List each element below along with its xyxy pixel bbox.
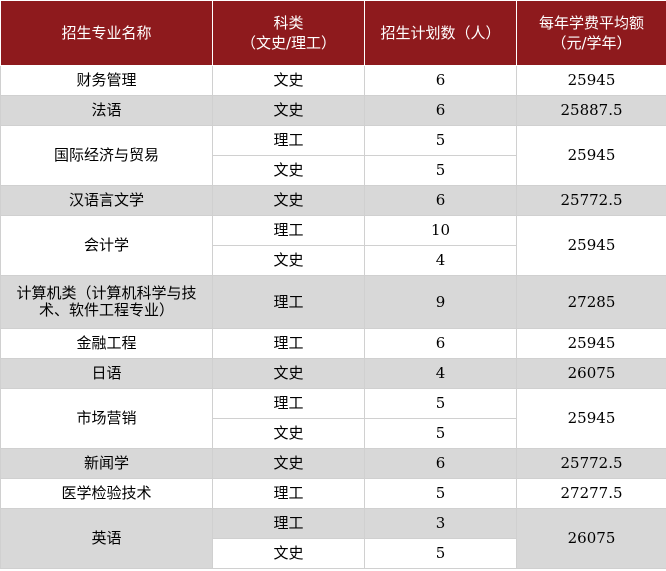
category-cell: 理工: [212, 508, 365, 539]
table-row: 金融工程 理工 6 25945: [0, 328, 666, 359]
major-cell: 日语: [0, 358, 213, 389]
fee-cell: 25945: [516, 328, 666, 359]
table-row: 市场营销 理工 5 25945: [0, 388, 666, 449]
category-cell: 文史: [212, 358, 365, 389]
plan-cell: 10: [364, 215, 517, 246]
major-cell: 金融工程: [0, 328, 213, 359]
category-cell: 理工: [212, 478, 365, 509]
major-cell: 汉语言文学: [0, 185, 213, 216]
major-cell: 会计学: [0, 215, 213, 276]
fee-cell: 25772.5: [516, 448, 666, 479]
major-cell: 英语: [0, 508, 213, 569]
header-plan: 招生计划数（人）: [364, 0, 517, 66]
fee-cell: 25945: [516, 215, 666, 276]
plan-cell: 3: [364, 508, 517, 539]
category-cell: 文史: [212, 95, 365, 126]
major-cell: 国际经济与贸易: [0, 125, 213, 186]
fee-cell: 26075: [516, 358, 666, 389]
table-row: 日语 文史 4 26075: [0, 358, 666, 389]
major-cell: 法语: [0, 95, 213, 126]
plan-cell: 4: [364, 245, 517, 276]
category-cell: 文史: [212, 185, 365, 216]
header-row: 招生专业名称 科类 （文史/理工） 招生计划数（人） 每年学费平均额 （元/学年）: [0, 0, 666, 66]
category-cell: 文史: [212, 245, 365, 276]
major-cell: 市场营销: [0, 388, 213, 449]
fee-cell: 25945: [516, 125, 666, 186]
plan-cell: 5: [364, 418, 517, 449]
category-cell: 理工: [212, 388, 365, 419]
plan-cell: 6: [364, 65, 517, 96]
category-cell: 文史: [212, 65, 365, 96]
table-row: 会计学 理工 10 25945: [0, 215, 666, 276]
fee-cell: 25945: [516, 65, 666, 96]
fee-cell: 27277.5: [516, 478, 666, 509]
major-cell: 计算机类（计算机科学与技术、软件工程专业）: [0, 275, 213, 329]
category-cell: 文史: [212, 448, 365, 479]
major-cell: 财务管理: [0, 65, 213, 96]
plan-cell: 5: [364, 478, 517, 509]
plan-cell: 5: [364, 125, 517, 156]
category-cell: 理工: [212, 125, 365, 156]
plan-cell: 5: [364, 155, 517, 186]
table-row: 新闻学 文史 6 25772.5: [0, 448, 666, 479]
admission-plan-table: 招生专业名称 科类 （文史/理工） 招生计划数（人） 每年学费平均额 （元/学年） …: [0, 0, 666, 569]
plan-cell: 5: [364, 538, 517, 569]
fee-cell: 25945: [516, 388, 666, 449]
plan-cell: 6: [364, 328, 517, 359]
category-cell: 文史: [212, 155, 365, 186]
plan-cell: 9: [364, 275, 517, 329]
category-cell: 文史: [212, 538, 365, 569]
plan-cell: 5: [364, 388, 517, 419]
major-cell: 医学检验技术: [0, 478, 213, 509]
header-fee: 每年学费平均额 （元/学年）: [516, 0, 666, 66]
category-cell: 理工: [212, 328, 365, 359]
plan-cell: 4: [364, 358, 517, 389]
category-cell: 文史: [212, 418, 365, 449]
table-row: 汉语言文学 文史 6 25772.5: [0, 185, 666, 216]
category-cell: 理工: [212, 275, 365, 329]
fee-cell: 25772.5: [516, 185, 666, 216]
table-row: 法语 文史 6 25887.5: [0, 95, 666, 126]
plan-cell: 6: [364, 185, 517, 216]
plan-cell: 6: [364, 448, 517, 479]
fee-cell: 25887.5: [516, 95, 666, 126]
table-row: 计算机类（计算机科学与技术、软件工程专业） 理工 9 27285: [0, 275, 666, 329]
category-cell: 理工: [212, 215, 365, 246]
fee-cell: 27285: [516, 275, 666, 329]
table-row: 英语 理工 3 26075: [0, 508, 666, 569]
table-row: 医学检验技术 理工 5 27277.5: [0, 478, 666, 509]
major-cell: 新闻学: [0, 448, 213, 479]
table-row: 财务管理 文史 6 25945: [0, 65, 666, 96]
fee-cell: 26075: [516, 508, 666, 569]
plan-cell: 6: [364, 95, 517, 126]
header-category: 科类 （文史/理工）: [212, 0, 365, 66]
table-row: 国际经济与贸易 理工 5 25945: [0, 125, 666, 186]
header-major: 招生专业名称: [0, 0, 213, 66]
